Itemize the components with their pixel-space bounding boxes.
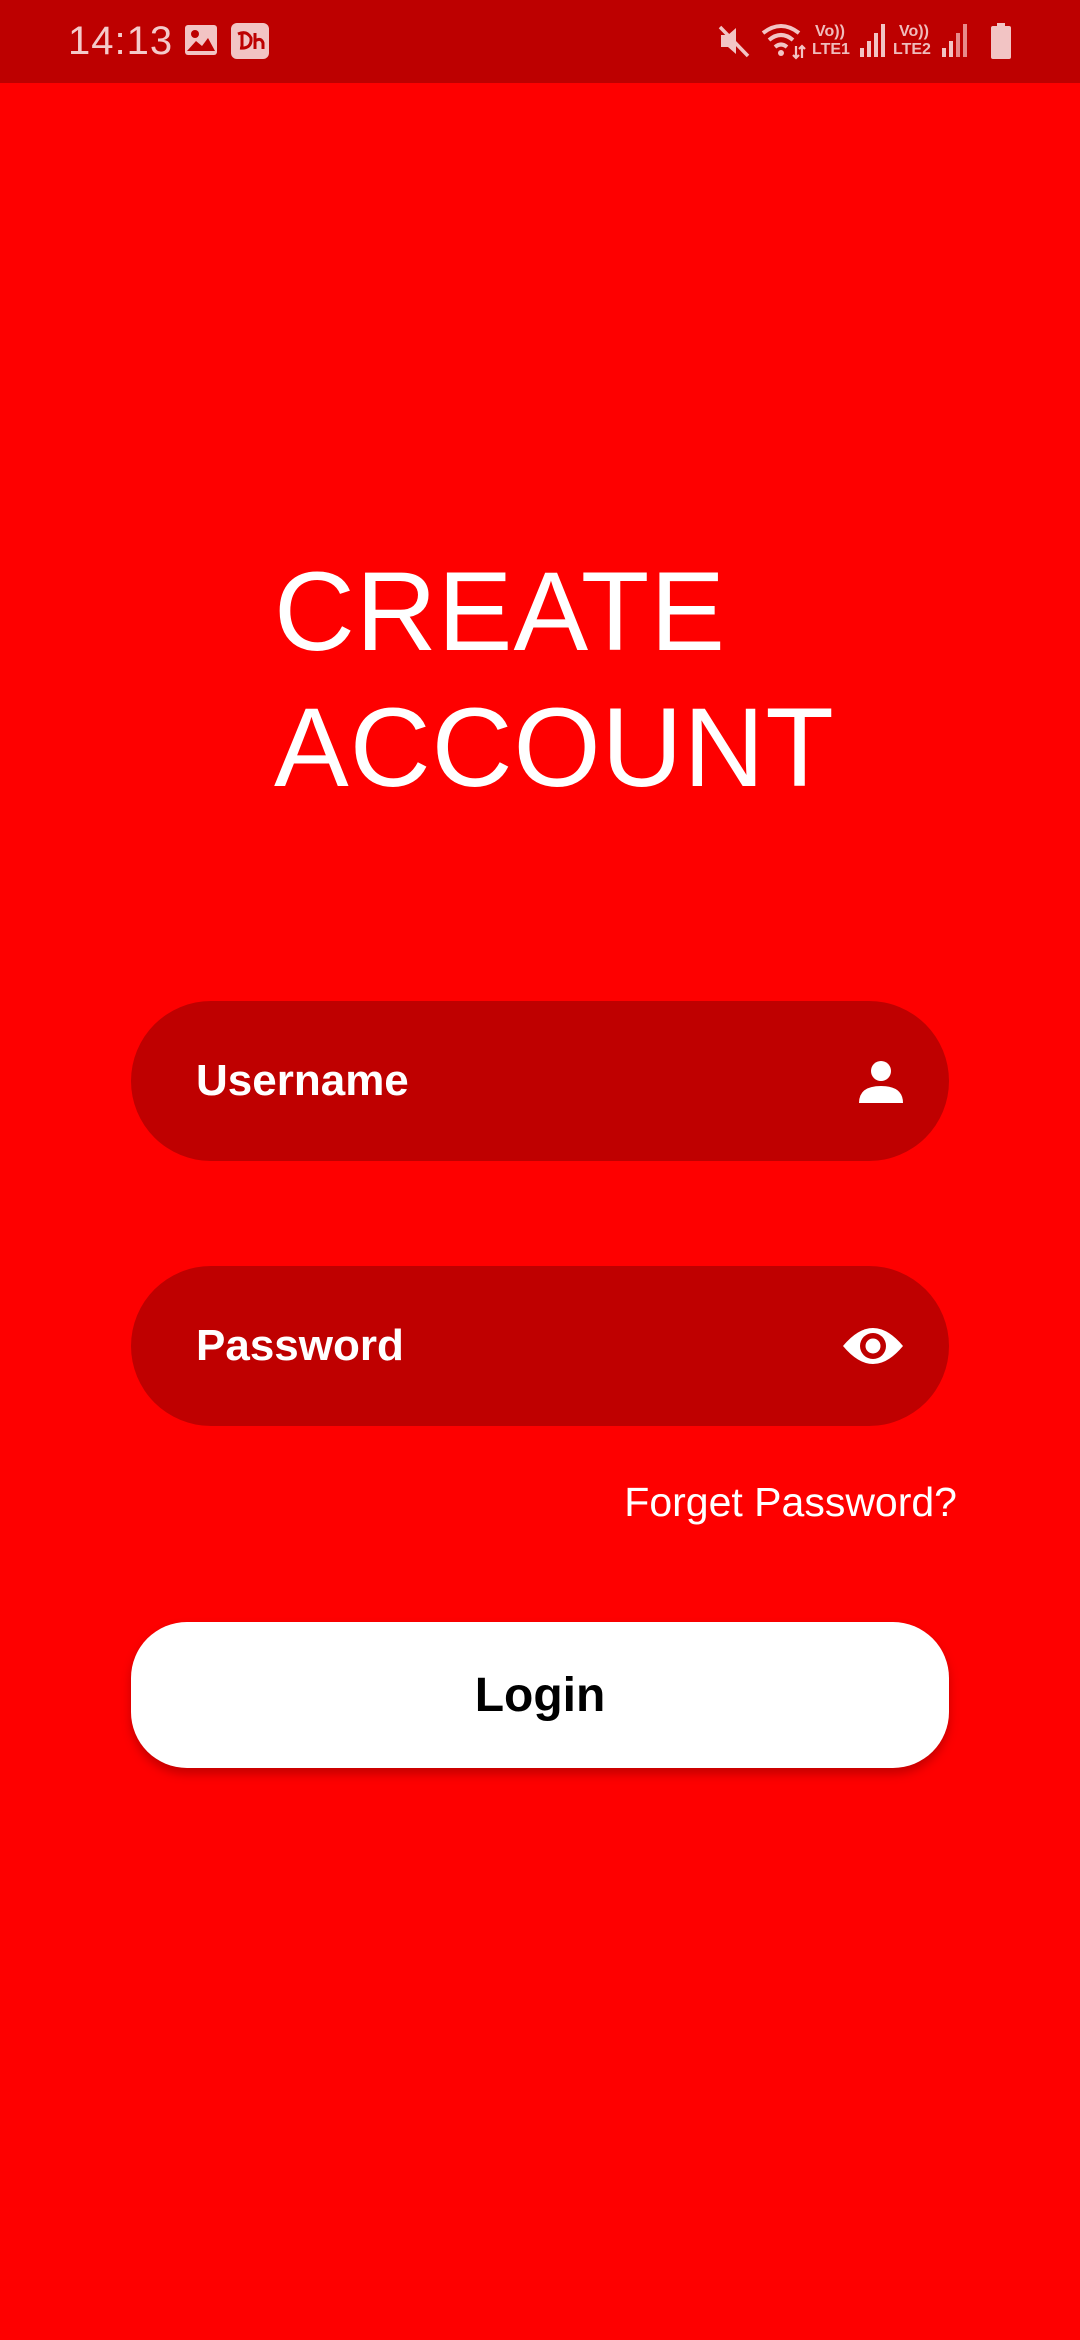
page-title-line2: ACCOUNT <box>274 685 835 810</box>
app-notification-icon <box>231 23 269 59</box>
username-field[interactable] <box>131 1001 949 1161</box>
mute-icon <box>718 25 750 58</box>
status-bar: 14:13 Vo)) LTE1 Vo)) LTE2 <box>0 0 1080 83</box>
password-input[interactable] <box>196 1266 796 1426</box>
sim1-network-label: LTE1 <box>812 41 850 58</box>
login-button[interactable]: Login <box>131 1622 949 1768</box>
sim2-volte-label: Vo)) <box>899 23 929 40</box>
login-screen: 14:13 Vo)) LTE1 Vo)) LTE2 CREATE ACCOUNT… <box>0 0 1080 2340</box>
battery-icon <box>991 23 1011 59</box>
password-field[interactable] <box>131 1266 949 1426</box>
username-input[interactable] <box>196 1001 796 1161</box>
eye-icon[interactable] <box>842 1324 904 1368</box>
signal-sim2-icon <box>942 24 967 57</box>
sim2-network-label: LTE2 <box>893 41 931 58</box>
gallery-notification-icon <box>185 25 217 55</box>
sim1-volte-label: Vo)) <box>815 23 845 40</box>
status-time: 14:13 <box>68 19 174 63</box>
person-icon <box>857 1057 905 1105</box>
wifi-icon <box>761 24 806 60</box>
signal-sim1-icon <box>860 24 885 57</box>
forgot-password-link[interactable]: Forget Password? <box>624 1474 957 1530</box>
page-title-line1: CREATE <box>274 549 726 674</box>
